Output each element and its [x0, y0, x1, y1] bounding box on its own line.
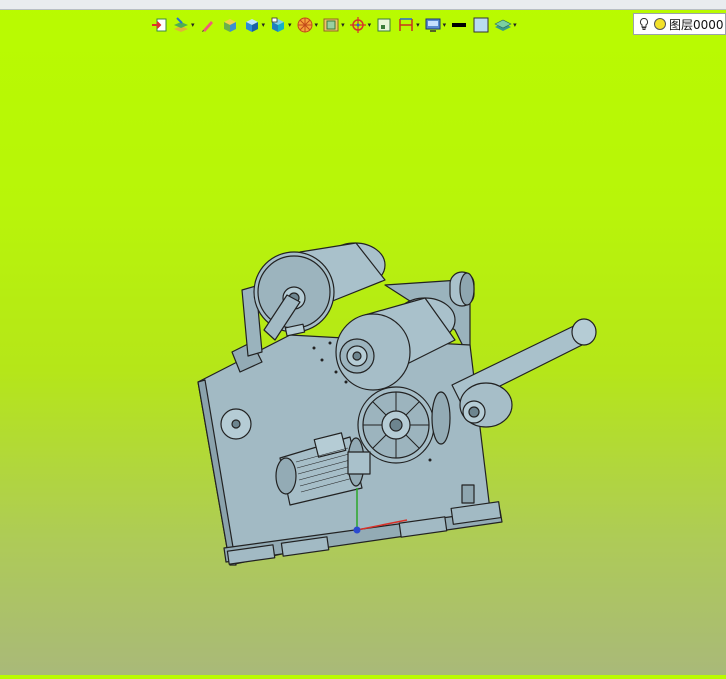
line-color-icon: [450, 16, 468, 34]
import-button[interactable]: [150, 14, 168, 36]
top-menu-edge: [0, 0, 726, 10]
chevron-down-icon: ▾: [341, 21, 345, 29]
fill-color-button[interactable]: [472, 14, 490, 36]
chevron-down-icon: ▾: [288, 21, 292, 29]
3d-viewport[interactable]: [0, 40, 726, 675]
chevron-down-icon: ▾: [442, 21, 447, 29]
display-button[interactable]: ▾: [424, 14, 447, 36]
frame-icon: [375, 16, 393, 34]
cube-face-icon: [269, 16, 287, 34]
cube-face-button[interactable]: ▾: [269, 14, 292, 36]
box-view-icon: [243, 16, 261, 34]
section-view-icon: [322, 16, 340, 34]
box-view-button[interactable]: ▾: [243, 14, 266, 36]
sketch-layers-icon: [172, 16, 190, 34]
pen-button[interactable]: [199, 14, 217, 36]
wheel-icon: [296, 16, 314, 34]
dimension-button[interactable]: ▾: [397, 14, 420, 36]
chevron-down-icon: ▾: [513, 21, 517, 29]
import-icon: [150, 16, 168, 34]
pen-icon: [199, 16, 217, 34]
layer-selector[interactable]: 图层0000: [633, 13, 726, 35]
fill-color-icon: [472, 16, 490, 34]
layers-icon: [494, 16, 512, 34]
section-view-button[interactable]: ▾: [322, 14, 345, 36]
layer-color-icon[interactable]: [653, 17, 667, 31]
lightbulb-icon[interactable]: [637, 17, 651, 31]
display-icon: [424, 16, 442, 34]
chevron-down-icon: ▾: [191, 21, 195, 29]
line-color-button[interactable]: [450, 14, 468, 36]
origin-target-button[interactable]: ▾: [349, 14, 372, 36]
origin-target-icon: [349, 16, 367, 34]
wheel-button[interactable]: ▾: [296, 14, 319, 36]
layers-button[interactable]: ▾: [494, 14, 517, 36]
sketch-layers-button[interactable]: ▾: [172, 14, 195, 36]
chevron-down-icon: ▾: [416, 21, 420, 29]
chevron-down-icon: ▾: [261, 21, 266, 29]
chevron-down-icon: ▾: [314, 21, 319, 29]
solid-box-icon: [221, 16, 239, 34]
frame-button[interactable]: [375, 14, 393, 36]
machine-assembly-model[interactable]: [0, 40, 726, 675]
chevron-down-icon: ▾: [367, 21, 372, 29]
layer-name: 图层0000: [669, 17, 724, 32]
solid-box-button[interactable]: [221, 14, 239, 36]
view-toolbar: ▾ ▾ ▾ ▾ ▾ ▾ ▾ ▾ ▾: [150, 12, 521, 38]
dimension-icon: [397, 16, 415, 34]
